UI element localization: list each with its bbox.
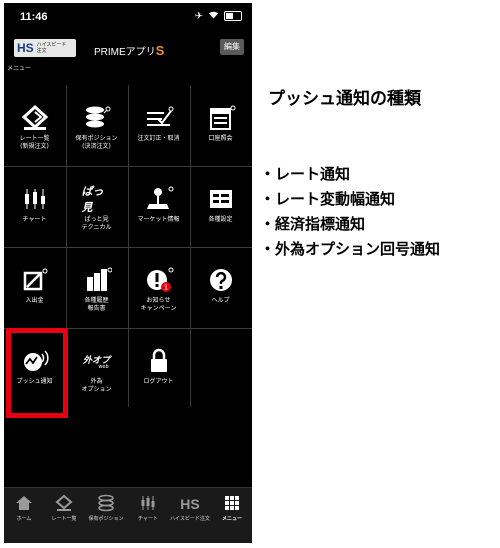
menu-item-news[interactable]: 1 お知らせ キャンペーン xyxy=(128,247,189,327)
tab-rate-list[interactable]: レート一覧 xyxy=(44,494,84,522)
grid-menu-icon xyxy=(222,494,242,512)
menu-item-label: ログアウト xyxy=(143,378,174,385)
tab-menu[interactable]: メニュー xyxy=(212,494,252,522)
airplane-icon: ✈ xyxy=(194,10,203,22)
hs-logo-mark: HS xyxy=(17,41,34,55)
edit-button[interactable]: 編集 xyxy=(220,39,244,55)
menu-item-label: お知らせ キャンペーン xyxy=(140,297,177,312)
app-header: HS ハイスピード 注文 PRIMEアプリS 編集 xyxy=(4,33,252,61)
menu-item-history[interactable]: 各種履歴 報告書 xyxy=(66,247,127,327)
coin-stack-icon xyxy=(96,494,116,512)
tab-label: レート一覧 xyxy=(51,516,77,522)
tab-label: ハイスピード注文 xyxy=(170,516,210,522)
tab-chart[interactable]: チャート xyxy=(128,494,168,522)
highspeed-logo[interactable]: HS ハイスピード 注文 xyxy=(14,39,76,57)
menu-item-label: 注文訂正・取消 xyxy=(137,135,180,142)
lock-icon xyxy=(144,348,174,374)
chart-candles-icon xyxy=(20,186,50,212)
tab-highspeed-order[interactable]: HS ハイスピード注文 xyxy=(170,494,210,522)
menu-item-patto-technical[interactable]: ぱっ見 ぱっと見 テクニカル xyxy=(66,166,127,246)
history-docs-icon xyxy=(82,267,112,293)
menu-item-positions[interactable]: 保有ポジション (決済注文) xyxy=(66,85,127,165)
hs-logo-sub: ハイスピード 注文 xyxy=(37,42,67,54)
battery-icon xyxy=(224,11,242,21)
menu-item-label: チャート xyxy=(22,216,47,223)
menu-item-help[interactable]: ヘルプ xyxy=(190,247,251,327)
info-item: ・レート変動幅通知 xyxy=(260,190,396,208)
status-bar: 11:46 ✈ xyxy=(4,3,252,29)
fx-option-icon: 外オプ web xyxy=(82,348,112,374)
account-icon xyxy=(206,105,236,131)
chart-candles-icon xyxy=(138,494,158,512)
menu-item-market-info[interactable]: マーケット情報 xyxy=(128,166,189,246)
joystick-icon xyxy=(144,186,174,212)
menu-item-label: 各種履歴 報告書 xyxy=(84,297,109,312)
status-time: 11:46 xyxy=(20,11,48,23)
menu-item-label: マーケット情報 xyxy=(137,216,180,223)
app-title: PRIMEアプリS xyxy=(94,43,164,58)
menu-item-label: 入出金 xyxy=(25,297,44,304)
order-modify-icon xyxy=(144,105,174,131)
app-title-s: S xyxy=(155,43,165,58)
menu-item-label: レート一覧 (新規注文) xyxy=(19,135,50,150)
menu-item-label: 保有ポジション (決済注文) xyxy=(75,135,118,150)
menu-item-deposit[interactable]: 入出金 xyxy=(4,247,65,327)
menu-item-settings[interactable]: 各種設定 xyxy=(190,166,251,246)
tab-label: メニュー xyxy=(221,516,242,522)
menu-item-rate-list[interactable]: レート一覧 (新規注文) xyxy=(4,85,65,165)
menu-item-label: ヘルプ xyxy=(211,297,230,304)
coin-stack-icon xyxy=(82,105,112,131)
tab-label: チャート xyxy=(138,516,158,522)
menu-item-logout[interactable]: ログアウト xyxy=(128,328,189,408)
info-title: プッシュ通知の種類 xyxy=(268,89,421,109)
menu-item-label: 口座照会 xyxy=(208,135,233,142)
info-list: ・レート通知 ・レート変動幅通知 ・経済指標通知 ・外為オプション回号通知 xyxy=(260,162,440,262)
phone-screen: 11:46 ✈ HS ハイスピード 注文 PRIMEアプリS 編集 メニュー レ… xyxy=(4,3,252,543)
status-icons: ✈ xyxy=(195,10,242,22)
rate-list-icon xyxy=(20,104,50,131)
settings-panel-icon xyxy=(206,186,236,212)
push-notification-highlight xyxy=(6,328,68,418)
menu-item-account[interactable]: 口座照会 xyxy=(190,85,251,165)
tab-label: ホーム xyxy=(16,516,32,522)
fx-option-icon-sub: web xyxy=(98,363,109,370)
deposit-icon xyxy=(20,267,50,293)
notice-icon: 1 xyxy=(144,267,174,293)
tab-positions[interactable]: 保有ポジション xyxy=(86,494,126,522)
info-item: ・経済指標通知 xyxy=(260,215,366,233)
help-icon xyxy=(206,267,236,293)
home-icon xyxy=(14,494,34,512)
bottom-tab-bar: ホーム レート一覧 保有ポジション チャート HS ハイスピード注文 メニュー xyxy=(4,487,252,543)
menu-item-order-modify[interactable]: 注文訂正・取消 xyxy=(128,85,189,165)
info-item: ・外為オプション回号通知 xyxy=(260,240,441,258)
hs-icon-text: HS xyxy=(180,496,200,512)
news-badge-count: 1 xyxy=(163,284,167,292)
menu-item-label: 外為 オプション xyxy=(81,378,112,393)
rate-list-icon xyxy=(54,494,74,512)
menu-label: メニュー xyxy=(7,65,32,72)
patto-icon-text: ぱっ見 xyxy=(81,185,104,214)
tab-label: 保有ポジション xyxy=(88,516,124,522)
info-item: ・レート通知 xyxy=(260,165,351,183)
menu-item-label: 各種設定 xyxy=(208,216,233,223)
tab-home[interactable]: ホーム xyxy=(4,494,44,522)
menu-item-chart[interactable]: チャート xyxy=(4,166,65,246)
hs-sub-line2: 注文 xyxy=(36,48,47,54)
menu-item-label: ぱっと見 テクニカル xyxy=(81,216,112,231)
app-title-main: PRIMEアプリ xyxy=(94,47,156,58)
wifi-icon xyxy=(208,10,219,22)
menu-item-fx-option[interactable]: 外オプ web 外為 オプション xyxy=(66,328,127,408)
hs-icon: HS xyxy=(180,494,200,512)
patto-technical-icon: ぱっ見 xyxy=(81,185,112,214)
